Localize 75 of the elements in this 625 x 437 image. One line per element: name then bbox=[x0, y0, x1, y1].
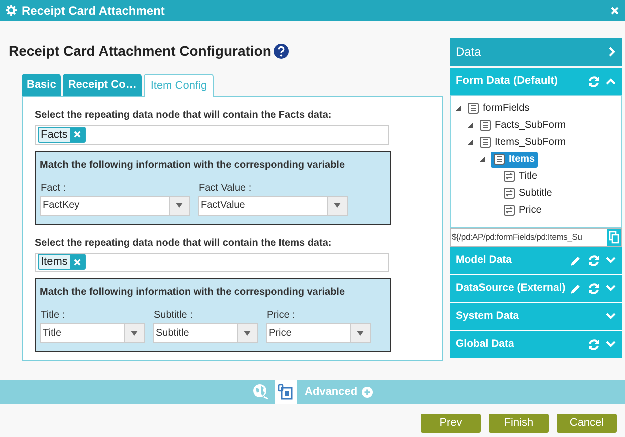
tree-item[interactable]: Price bbox=[503, 203, 543, 218]
expanded-triangle-icon[interactable] bbox=[456, 106, 461, 111]
group-title: Match the following information with the corresponding variable bbox=[40, 158, 346, 173]
caret-icon bbox=[244, 330, 251, 336]
chevron-down-icon[interactable] bbox=[606, 341, 616, 348]
caret-icon bbox=[334, 203, 341, 208]
copy-icon[interactable] bbox=[607, 229, 621, 246]
field-label: Title : bbox=[40, 309, 66, 324]
form-icon bbox=[480, 120, 491, 131]
document-icon[interactable] bbox=[278, 384, 294, 400]
tree-item[interactable]: Facts_SubForm bbox=[479, 118, 568, 133]
refresh-icon[interactable] bbox=[588, 338, 600, 350]
field-label: Select the repeating data node that will contain the Facts data: bbox=[35, 109, 333, 123]
action-button[interactable]: Finish bbox=[489, 414, 549, 433]
close-icon[interactable] bbox=[611, 6, 619, 14]
pencil-icon[interactable] bbox=[570, 254, 582, 266]
form-icon bbox=[494, 154, 505, 165]
pencil-icon[interactable] bbox=[570, 282, 582, 294]
select-field[interactable]: FactValue bbox=[198, 196, 348, 216]
field-label: Fact Value : bbox=[198, 182, 253, 196]
window-title: Receipt Card Attachment bbox=[22, 2, 165, 20]
section-title[interactable]: Model Data bbox=[456, 252, 512, 268]
field-icon bbox=[504, 188, 515, 199]
tree-item[interactable]: Items bbox=[491, 152, 538, 168]
action-button[interactable]: Cancel bbox=[557, 414, 617, 433]
tab[interactable]: Receipt Co… bbox=[63, 74, 142, 96]
panel-title: Data bbox=[456, 44, 482, 61]
expanded-triangle-icon[interactable] bbox=[468, 123, 473, 128]
refresh-icon[interactable] bbox=[588, 254, 600, 266]
select-field[interactable]: Price bbox=[266, 323, 371, 344]
tab[interactable]: Item Config bbox=[144, 74, 214, 97]
tree-item[interactable]: Items_SubForm bbox=[479, 135, 568, 150]
tag-label: Items bbox=[40, 255, 69, 270]
field-label: Select the repeating data node that will contain the Items data: bbox=[35, 236, 333, 250]
select-field[interactable]: FactKey bbox=[40, 196, 190, 216]
plus-icon[interactable] bbox=[362, 386, 373, 398]
field-label: Fact : bbox=[40, 182, 68, 196]
field-label: Subtitle : bbox=[153, 309, 194, 324]
chevron-down-icon[interactable] bbox=[606, 313, 616, 320]
section-header[interactable]: System Data bbox=[450, 303, 622, 330]
chevron-right-icon[interactable] bbox=[609, 47, 616, 57]
section-title[interactable]: System Data bbox=[456, 308, 520, 324]
field-label: Price : bbox=[266, 309, 296, 324]
gear-icon bbox=[6, 5, 17, 16]
refresh-icon[interactable] bbox=[588, 282, 600, 294]
node-field[interactable]: Facts bbox=[35, 125, 389, 145]
chevron-down-icon[interactable] bbox=[606, 257, 616, 264]
section-header[interactable]: Global Data bbox=[450, 331, 622, 358]
field-icon bbox=[504, 171, 515, 182]
chevron-down-icon[interactable] bbox=[606, 285, 616, 292]
tag-label: Facts bbox=[40, 128, 69, 143]
remove-icon[interactable] bbox=[74, 131, 81, 138]
tree-item[interactable]: formFields bbox=[467, 101, 531, 116]
remove-icon[interactable] bbox=[74, 258, 81, 266]
select-field[interactable]: Title bbox=[40, 323, 145, 344]
node-field[interactable]: Items bbox=[35, 252, 389, 272]
select-field[interactable]: Subtitle bbox=[153, 323, 258, 344]
expanded-triangle-icon[interactable] bbox=[468, 140, 473, 145]
tab[interactable]: Basic bbox=[22, 74, 62, 96]
form-icon bbox=[480, 137, 491, 148]
caret-icon bbox=[357, 330, 364, 336]
section-title[interactable]: Global Data bbox=[456, 336, 514, 352]
help-icon[interactable] bbox=[274, 44, 290, 58]
field-icon bbox=[504, 205, 515, 216]
tree-item[interactable]: Subtitle bbox=[503, 186, 554, 201]
caret-icon bbox=[131, 330, 138, 336]
page-heading: Receipt Card Attachment Configuration bbox=[9, 42, 272, 61]
chevron-up-icon[interactable] bbox=[606, 78, 616, 85]
refresh-icon[interactable] bbox=[588, 76, 600, 88]
expanded-triangle-icon[interactable] bbox=[480, 157, 485, 162]
caret-icon bbox=[176, 203, 183, 208]
form-icon bbox=[468, 103, 479, 114]
action-button[interactable]: Prev bbox=[421, 414, 481, 433]
group-title: Match the following information with the corresponding variable bbox=[40, 286, 346, 300]
tree-item[interactable]: Title bbox=[503, 169, 539, 184]
